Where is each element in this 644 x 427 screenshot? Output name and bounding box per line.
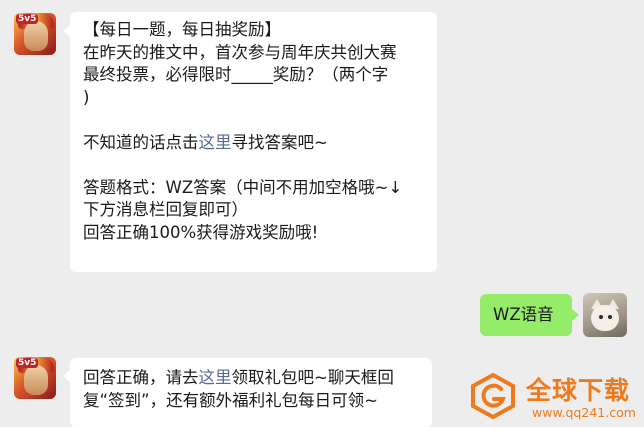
bubble-tail [63, 25, 70, 37]
message-line [83, 154, 429, 177]
message-text: 领取礼包吧~聊天框回 [231, 368, 394, 387]
cat-head [591, 305, 619, 331]
message-line: 回答正确，请去这里领取礼包吧~聊天框回 [83, 367, 424, 390]
message-line: 最终投票，必得限时_____奖励？（两个字 [83, 65, 389, 84]
gift-link[interactable]: 这里 [199, 368, 232, 387]
avatar-badge: 5v5 [16, 14, 39, 24]
message-line: 【每日一题，每日抽奖励】 [83, 20, 281, 39]
message-text: 寻找答案吧~ [231, 132, 328, 152]
avatar-face [24, 365, 48, 395]
avatar-face [24, 21, 48, 51]
message-line: 在昨天的推文中，首次参与周年庆共创大赛 [83, 42, 397, 62]
avatar-badge: 5v5 [16, 358, 39, 368]
message-text: 不知道的话点击 [83, 132, 199, 152]
g-logo-icon [471, 373, 515, 419]
bubble-tail [63, 370, 70, 382]
message-line: ) [83, 87, 90, 107]
watermark-url: www.qq241.com [532, 405, 636, 420]
message-bubble-question[interactable]: 【每日一题，每日抽奖励】 在昨天的推文中，首次参与周年庆共创大赛 最终投票，必得… [70, 12, 437, 272]
message-bubble-reply[interactable]: WZ语音 [480, 294, 572, 336]
message-line: 下方消息栏回复即可） [83, 200, 248, 219]
reply-text: WZ语音 [493, 305, 554, 324]
message-line: 答题格式：WZ答案（中间不用加空格哦~↓ [83, 177, 403, 197]
answer-link[interactable]: 这里 [199, 133, 232, 152]
user-avatar[interactable] [583, 293, 627, 337]
cat-eye [608, 315, 612, 319]
message-line [83, 109, 429, 132]
message-line: 回答正确100%获得游戏奖励哦! [83, 222, 319, 242]
cat-eye [599, 315, 603, 319]
sender-avatar[interactable]: 5v5 [14, 13, 56, 55]
message-line: 复“签到”，还有额外福利礼包每日可领~ [83, 390, 378, 410]
sender-avatar[interactable]: 5v5 [14, 357, 56, 399]
site-watermark: 全球下载 www.qq241.com [470, 365, 644, 427]
reply-bubble-tail [572, 309, 579, 321]
message-text: 回答正确，请去 [83, 368, 199, 387]
watermark-title: 全球下载 [526, 376, 631, 405]
message-bubble-answer[interactable]: 回答正确，请去这里领取礼包吧~聊天框回 复“签到”，还有额外福利礼包每日可领~ [70, 358, 432, 427]
message-line: 不知道的话点击这里寻找答案吧~ [83, 132, 429, 155]
